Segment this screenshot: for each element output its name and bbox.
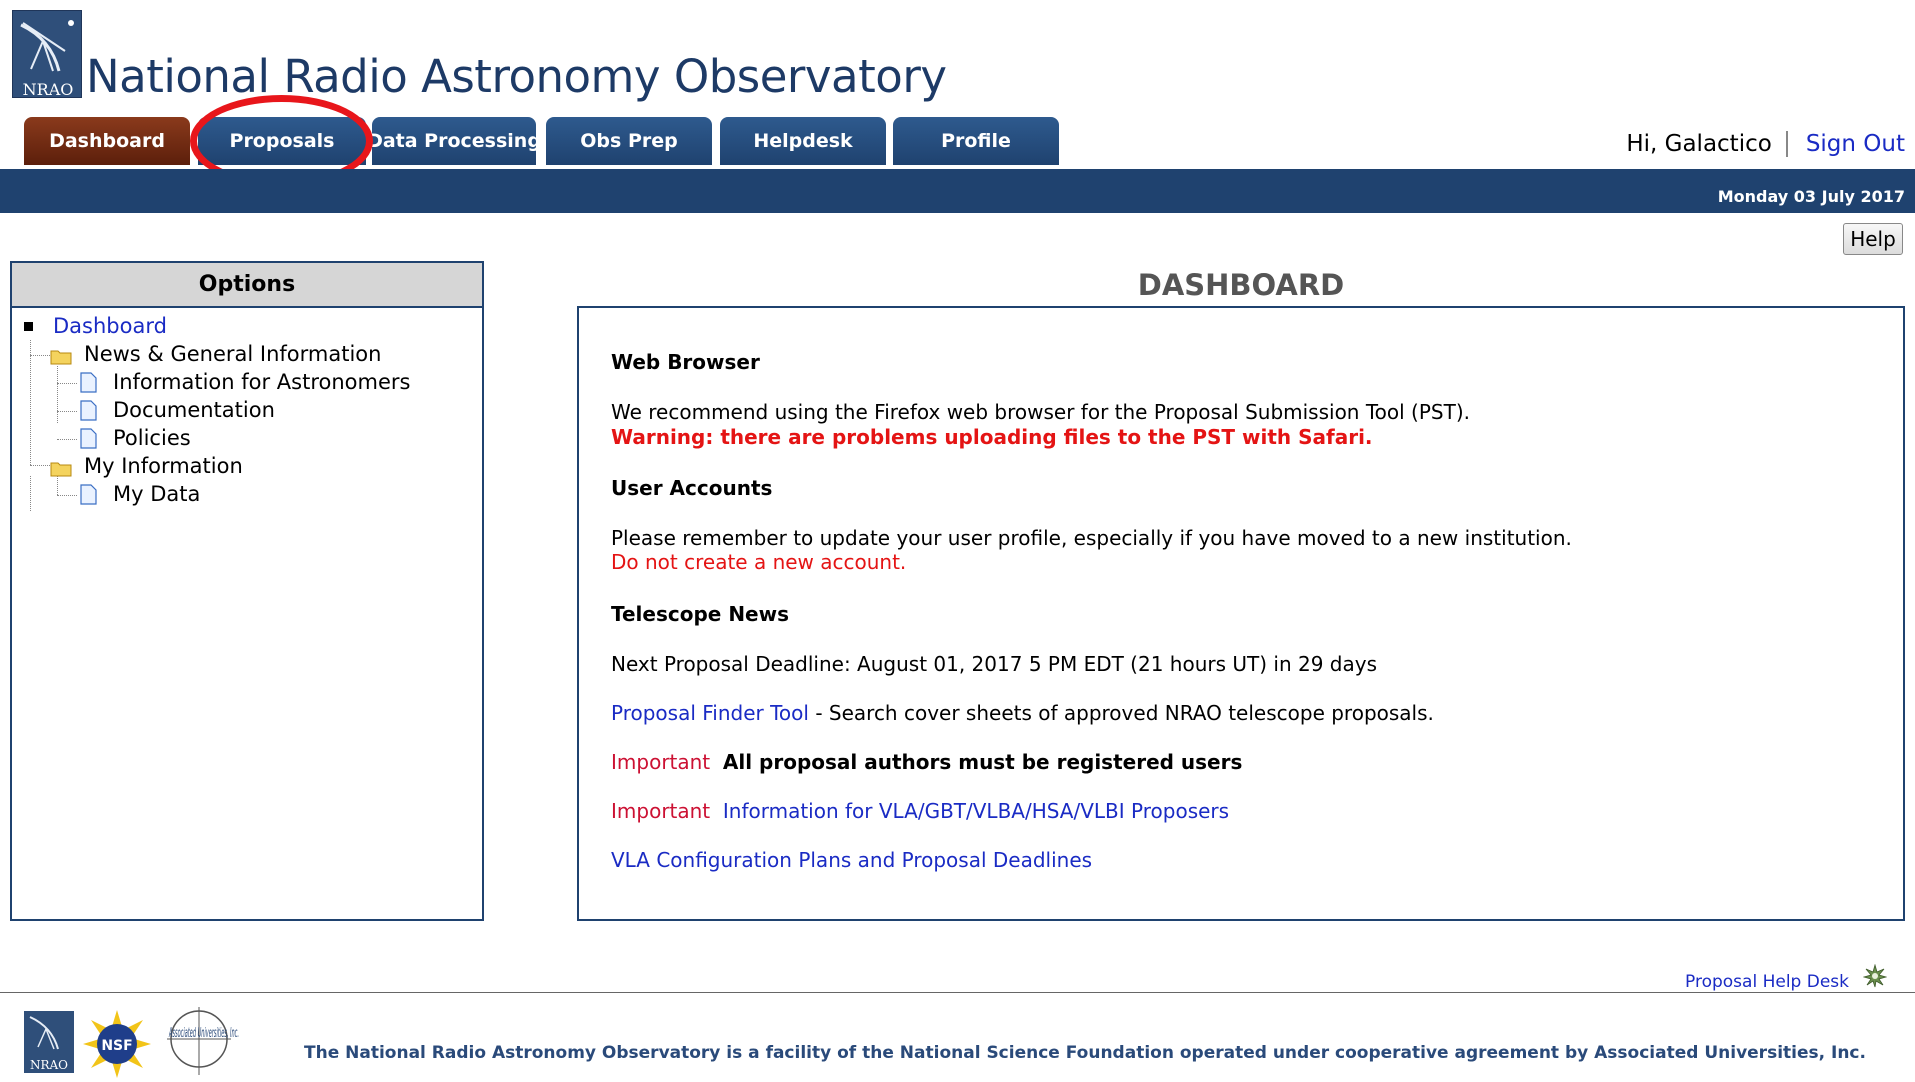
user-accounts-text: Please remember to update your user prof… xyxy=(611,526,1572,550)
tab-obs-prep[interactable]: Obs Prep xyxy=(546,117,712,165)
footer-aui-logo: Associated Universities, Inc. xyxy=(167,1007,239,1075)
tree-item-my-data[interactable]: My Data xyxy=(80,482,200,506)
important-label: Important xyxy=(611,750,711,774)
tree-guide-line xyxy=(57,411,77,412)
tab-data-processing[interactable]: Data Processing xyxy=(367,117,541,165)
footer-divider xyxy=(0,992,1915,993)
user-area: Hi, Galactico Sign Out xyxy=(1626,131,1905,157)
tree-item-policies-label[interactable]: Policies xyxy=(113,426,191,450)
tree-item-my-data-label[interactable]: My Data xyxy=(113,482,200,506)
tree-guide-line xyxy=(30,476,31,511)
folder-icon xyxy=(50,346,72,364)
tab-proposals-label: Proposals xyxy=(229,130,335,152)
registered-users-notice: All proposal authors must be registered … xyxy=(722,750,1243,774)
proposal-finder-line: Proposal Finder Tool - Search cover shee… xyxy=(611,701,1434,725)
tree-folder-my-information[interactable]: My Information xyxy=(50,454,243,478)
tab-helpdesk-label: Helpdesk xyxy=(753,130,853,152)
vla-configuration-link[interactable]: VLA Configuration Plans and Proposal Dea… xyxy=(611,848,1092,872)
site-title: National Radio Astronomy Observatory xyxy=(86,50,947,103)
proposal-finder-description: - Search cover sheets of approved NRAO t… xyxy=(808,701,1434,725)
tab-proposals[interactable]: Proposals xyxy=(198,117,366,165)
tree-folder-news[interactable]: News & General Information xyxy=(50,342,381,366)
tab-dashboard-label: Dashboard xyxy=(49,130,165,152)
tab-profile[interactable]: Profile xyxy=(893,117,1059,165)
tab-helpdesk[interactable]: Helpdesk xyxy=(720,117,886,165)
folder-icon xyxy=(50,458,72,476)
tab-profile-label: Profile xyxy=(941,130,1011,152)
nrao-logo[interactable]: NRAO xyxy=(12,10,82,98)
important-proposers-info: Important Information for VLA/GBT/VLBA/H… xyxy=(611,799,1229,823)
tree-item-dashboard-label[interactable]: Dashboard xyxy=(53,314,167,338)
footer-aui-logo-text: Associated Universities, Inc. xyxy=(169,1026,239,1041)
footer-nrao-logo: NRAO xyxy=(24,1011,74,1073)
tree-item-dashboard[interactable]: Dashboard xyxy=(24,314,167,338)
account-warning: Do not create a new account. xyxy=(611,550,907,574)
page-title: DASHBOARD xyxy=(1137,268,1345,302)
tree-item-information-for-astronomers[interactable]: Information for Astronomers xyxy=(80,370,410,394)
tree-guide-line xyxy=(57,366,58,423)
important-registered-users: Important All proposal authors must be r… xyxy=(611,750,1242,774)
document-icon xyxy=(80,371,97,393)
web-browser-text: We recommend using the Firefox web brows… xyxy=(611,400,1470,424)
proposal-deadline-text: Next Proposal Deadline: August 01, 2017 … xyxy=(611,652,1377,676)
footer-statement: The National Radio Astronomy Observatory… xyxy=(304,1043,1866,1063)
tree-guide-line xyxy=(57,383,77,384)
tree-guide-line xyxy=(57,476,58,495)
help-desk-gear-icon[interactable] xyxy=(1862,963,1888,988)
footer-nsf-logo: NSF xyxy=(83,1010,151,1078)
tree-guide-line xyxy=(57,495,77,496)
footer-logos: NRAO NSF Associated Universities, Inc. xyxy=(24,1003,284,1079)
date-bar xyxy=(0,169,1915,213)
proposers-information-link[interactable]: Information for VLA/GBT/VLBA/HSA/VLBI Pr… xyxy=(723,799,1229,823)
bullet-icon xyxy=(24,321,33,331)
tab-obs-prep-label: Obs Prep xyxy=(580,130,678,152)
tree-item-documentation[interactable]: Documentation xyxy=(80,398,275,422)
tree-guide-line xyxy=(57,439,77,440)
document-icon xyxy=(80,483,97,505)
tree-item-documentation-label[interactable]: Documentation xyxy=(113,398,275,422)
tree-item-information-for-astronomers-label[interactable]: Information for Astronomers xyxy=(113,370,410,394)
user-area-divider xyxy=(1785,131,1788,157)
important-label: Important xyxy=(611,799,711,823)
user-greeting: Hi, Galactico xyxy=(1626,131,1772,157)
document-icon xyxy=(80,399,97,421)
tree-guide-line xyxy=(30,355,50,356)
tree-folder-news-label[interactable]: News & General Information xyxy=(84,342,381,366)
tree-guide-line xyxy=(30,465,50,466)
document-icon xyxy=(80,427,97,449)
user-accounts-heading: User Accounts xyxy=(611,476,773,500)
dashboard-content: Web Browser We recommend using the Firef… xyxy=(577,306,1905,921)
nrao-logo-text: NRAO xyxy=(23,80,74,98)
safari-warning: Warning: there are problems uploading fi… xyxy=(611,425,1373,449)
tab-data-processing-label: Data Processing xyxy=(367,130,541,152)
current-date: Monday 03 July 2017 xyxy=(1717,187,1905,206)
web-browser-heading: Web Browser xyxy=(611,350,760,374)
tree-folder-my-information-label[interactable]: My Information xyxy=(84,454,243,478)
options-panel: Options Dashboard News & General Informa… xyxy=(10,261,484,921)
proposal-finder-link[interactable]: Proposal Finder Tool xyxy=(611,701,809,725)
tab-dashboard[interactable]: Dashboard xyxy=(24,117,190,165)
vla-config-line: VLA Configuration Plans and Proposal Dea… xyxy=(611,848,1092,872)
sign-out-link[interactable]: Sign Out xyxy=(1806,131,1905,157)
proposal-help-desk-link[interactable]: Proposal Help Desk xyxy=(1685,972,1849,992)
tree-item-policies[interactable]: Policies xyxy=(80,426,191,450)
footer-nsf-logo-text: NSF xyxy=(101,1038,132,1054)
footer-nrao-logo-text: NRAO xyxy=(30,1058,68,1072)
tree-guide-line xyxy=(30,340,31,465)
help-button[interactable]: Help xyxy=(1843,223,1903,255)
options-title: Options xyxy=(12,263,482,308)
telescope-news-heading: Telescope News xyxy=(611,602,789,626)
